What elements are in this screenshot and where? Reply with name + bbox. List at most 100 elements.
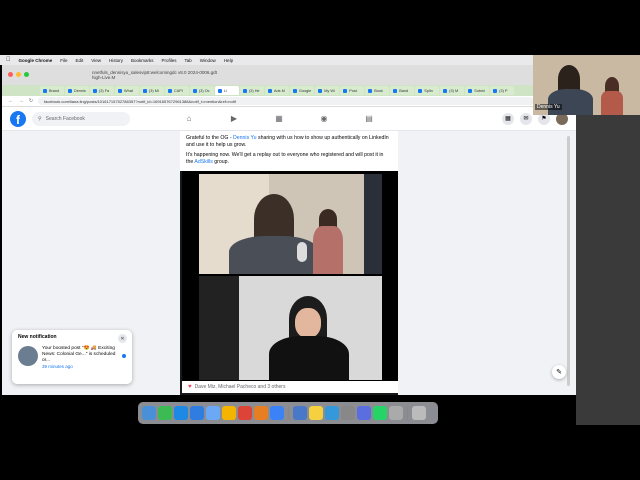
background-person-body xyxy=(313,226,343,274)
mention-link[interactable]: Dennis Yu xyxy=(233,135,257,141)
tab-favicon-icon xyxy=(293,88,297,93)
notification-popup[interactable]: New notification ✕ Your boosted post "😍 … xyxy=(12,330,132,384)
search-icon: ⚲ xyxy=(38,115,42,122)
tab-label: Splin xyxy=(424,88,433,93)
unread-dot xyxy=(122,354,126,358)
tab-mi[interactable]: (3) Mi xyxy=(140,86,164,95)
tab-label: (3) Mi xyxy=(149,88,159,93)
settings-gear-icon[interactable] xyxy=(341,406,355,420)
app-icon[interactable] xyxy=(357,406,371,420)
menu-grid-icon[interactable]: ▦ xyxy=(502,112,514,125)
post-text-segment: Grateful to the OG - xyxy=(186,135,232,141)
messenger-icon[interactable]: ✉ xyxy=(520,112,532,125)
tab-label: (3) M xyxy=(449,88,459,93)
tab-favicon-icon xyxy=(118,88,122,93)
preview-icon[interactable] xyxy=(389,406,403,420)
tab-mywi[interactable]: My Wi xyxy=(315,86,340,95)
menu-file[interactable]: File xyxy=(60,58,67,63)
app-store-icon[interactable] xyxy=(293,406,307,420)
menubar-app-name[interactable]: Google Chrome xyxy=(19,58,53,63)
dock-separator xyxy=(288,406,289,420)
close-icon[interactable]: ✕ xyxy=(118,334,127,343)
tab-favicon-icon xyxy=(493,88,498,93)
whatsapp-icon[interactable] xyxy=(373,406,387,420)
apple-icon[interactable]:  xyxy=(6,57,11,63)
tab-label: My Wi xyxy=(324,88,335,93)
tab-brand[interactable]: Brand xyxy=(40,86,64,95)
numbers-icon[interactable] xyxy=(254,406,268,420)
window-controls xyxy=(8,72,29,77)
menu-profiles[interactable]: Profiles xyxy=(162,58,177,63)
mac-dock xyxy=(138,402,438,424)
chrome-icon[interactable] xyxy=(238,406,252,420)
shelf xyxy=(199,276,239,380)
reload-icon[interactable]: ↻ xyxy=(28,98,34,104)
gaming-icon[interactable]: ▤ xyxy=(362,111,376,125)
mail-icon[interactable] xyxy=(190,406,204,420)
tab-splin[interactable]: Splin xyxy=(415,86,440,95)
webcam-person-body xyxy=(548,89,593,115)
tab-oc[interactable]: (3) Oc xyxy=(190,86,214,95)
tab-post[interactable]: Post xyxy=(340,86,365,95)
zoom-window-button[interactable] xyxy=(24,72,29,77)
tab-fa[interactable]: (3) Fa xyxy=(90,86,114,95)
menu-help[interactable]: Help xyxy=(224,58,233,63)
group-link[interactable]: AdSkills xyxy=(194,159,212,165)
zoom-icon[interactable] xyxy=(206,406,220,420)
scrollbar[interactable] xyxy=(567,136,570,386)
tab-active-facebook[interactable]: Li xyxy=(215,86,239,95)
tab-band[interactable]: Band xyxy=(390,86,415,95)
tab-label: Book xyxy=(374,88,383,93)
tab-favicon-icon xyxy=(343,88,348,93)
marketplace-icon[interactable]: ▦ xyxy=(272,111,286,125)
notification-row[interactable]: Your boosted post "😍 🚚 Exciting News: Co… xyxy=(18,346,126,370)
right-gutter xyxy=(398,131,576,395)
keynote-icon[interactable] xyxy=(270,406,284,420)
video-panel-speaker xyxy=(199,174,382,274)
safari-icon[interactable] xyxy=(174,406,188,420)
tab-favicon-icon xyxy=(193,88,197,93)
tab-book[interactable]: Book xyxy=(365,86,390,95)
messages-icon[interactable] xyxy=(158,406,172,420)
back-arrow-icon[interactable]: ← xyxy=(8,98,14,104)
photos-icon[interactable] xyxy=(222,406,236,420)
appstore-icon[interactable] xyxy=(325,406,339,420)
tab-capi[interactable]: CAPI xyxy=(165,86,189,95)
tab-he[interactable]: (3) He xyxy=(240,86,264,95)
webcam-name-label: Dennis Yu xyxy=(535,104,562,110)
url-field[interactable]: facebook.com/liana.ling/posts/1016171575… xyxy=(38,97,534,105)
menu-tab[interactable]: Tab xyxy=(185,58,192,63)
groups-icon[interactable]: ◉ xyxy=(317,111,331,125)
new-message-edit-icon[interactable]: ✎ xyxy=(552,365,566,379)
tab-submi[interactable]: Submi xyxy=(465,86,490,95)
trash-icon[interactable] xyxy=(412,406,426,420)
menu-window[interactable]: Window xyxy=(200,58,216,63)
tab-what[interactable]: What xyxy=(115,86,139,95)
notification-message: Your boosted post "😍 🚚 Exciting News: Co… xyxy=(42,346,116,363)
menu-bookmarks[interactable]: Bookmarks xyxy=(131,58,154,63)
tab-label: CAPI xyxy=(174,88,183,93)
reactions-text[interactable]: Dave Miz, Michael Pacheco and 3 others xyxy=(195,384,286,390)
facebook-search[interactable]: ⚲ Search Facebook xyxy=(32,111,130,126)
tab-favicon-icon xyxy=(418,88,423,93)
notes-icon[interactable] xyxy=(309,406,323,420)
close-window-button[interactable] xyxy=(8,72,13,77)
home-icon[interactable]: ⌂ xyxy=(182,111,196,125)
menu-edit[interactable]: Edit xyxy=(76,58,84,63)
tab-m[interactable]: (3) M xyxy=(440,86,465,95)
tab-label: Brand xyxy=(49,88,60,93)
finder-icon[interactable] xyxy=(142,406,156,420)
menu-history[interactable]: History xyxy=(109,58,123,63)
tab-label: Dennis xyxy=(74,88,86,93)
facebook-logo-icon[interactable]: f xyxy=(10,110,26,127)
tab-p[interactable]: (3) P xyxy=(490,86,515,95)
forward-arrow-icon[interactable]: → xyxy=(18,98,24,104)
video-icon[interactable]: ▶ xyxy=(227,111,241,125)
tab-dennis[interactable]: Dennis xyxy=(65,86,89,95)
live-video-player[interactable] xyxy=(182,171,398,381)
menu-view[interactable]: View xyxy=(91,58,101,63)
tab-google[interactable]: Google xyxy=(290,86,315,95)
minimize-window-button[interactable] xyxy=(16,72,21,77)
tab-ads[interactable]: Ads M xyxy=(265,86,289,95)
reactions-bar[interactable]: ♥ Dave Miz, Michael Pacheco and 3 others xyxy=(182,381,398,393)
